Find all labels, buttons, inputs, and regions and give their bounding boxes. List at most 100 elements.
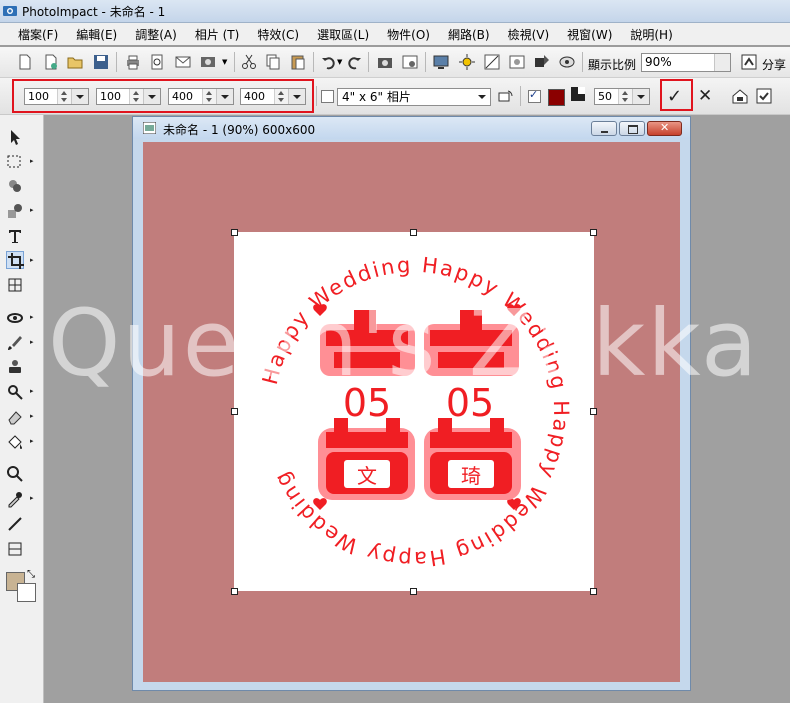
undo-icon[interactable] bbox=[320, 53, 338, 71]
maximize-button[interactable] bbox=[619, 121, 645, 136]
share-icon[interactable] bbox=[740, 53, 758, 71]
tone-map-icon[interactable] bbox=[483, 53, 501, 71]
crop-handle-top[interactable] bbox=[410, 229, 417, 236]
menu-selection[interactable]: 選取區(L) bbox=[308, 26, 378, 43]
preset-size-checkbox[interactable] bbox=[321, 90, 334, 103]
more-tools-icon[interactable]: ▸ bbox=[30, 157, 34, 165]
crop-handle-bottom[interactable] bbox=[410, 588, 417, 595]
menu-object[interactable]: 物件(O) bbox=[378, 26, 439, 43]
new-file-icon[interactable] bbox=[16, 53, 34, 71]
preview-icon[interactable] bbox=[558, 53, 576, 71]
crop-apply-object-icon[interactable] bbox=[731, 87, 749, 105]
fill-tool-icon[interactable] bbox=[6, 433, 24, 451]
redo-icon[interactable] bbox=[345, 53, 363, 71]
open-icon[interactable] bbox=[66, 53, 84, 71]
menu-edit[interactable]: 編輯(E) bbox=[67, 26, 126, 43]
copy-icon[interactable] bbox=[264, 53, 282, 71]
batch-icon[interactable] bbox=[533, 53, 551, 71]
more-tools-icon[interactable]: ▸ bbox=[30, 256, 34, 264]
crop-handle-bottom-left[interactable] bbox=[231, 588, 238, 595]
paint-tool-icon[interactable] bbox=[6, 177, 24, 195]
crop-tool-icon[interactable] bbox=[6, 251, 24, 269]
menu-adjust[interactable]: 調整(A) bbox=[126, 26, 186, 43]
crop-handle-top-right[interactable] bbox=[590, 229, 597, 236]
email-icon[interactable] bbox=[174, 53, 192, 71]
rotate-crop-icon[interactable] bbox=[496, 87, 514, 105]
retouch-tool-icon[interactable] bbox=[6, 383, 24, 401]
text-tool-icon[interactable] bbox=[6, 227, 24, 245]
app-icon bbox=[3, 6, 17, 16]
undo-dropdown-icon[interactable]: ▼ bbox=[337, 58, 342, 66]
crop-handle-bottom-right[interactable] bbox=[590, 588, 597, 595]
pick-tool-icon[interactable] bbox=[6, 128, 24, 146]
more-tools-icon[interactable]: ▸ bbox=[30, 412, 34, 420]
shade-checkbox[interactable] bbox=[528, 88, 541, 103]
crop-handle-left[interactable] bbox=[231, 408, 238, 415]
paste-icon[interactable] bbox=[289, 53, 307, 71]
save-icon[interactable] bbox=[92, 53, 110, 71]
background-color[interactable] bbox=[17, 583, 36, 602]
more-tools-icon[interactable]: ▸ bbox=[30, 494, 34, 502]
cancel-crop-button[interactable]: ✕ bbox=[698, 86, 712, 106]
eraser-tool-icon[interactable] bbox=[6, 408, 24, 426]
minimize-button[interactable] bbox=[591, 121, 617, 136]
brightness-icon[interactable] bbox=[458, 53, 476, 71]
more-tools-icon[interactable]: ▸ bbox=[30, 313, 34, 321]
brush-tool-icon[interactable] bbox=[6, 334, 24, 352]
menu-bar: 檔案(F) 編輯(E) 調整(A) 相片 (T) 特效(C) 選取區(L) 物件… bbox=[0, 23, 790, 45]
apply-crop-button[interactable]: ✓ bbox=[667, 86, 682, 107]
scan-dropdown-icon[interactable]: ▼ bbox=[222, 58, 227, 66]
more-tools-icon[interactable]: ▸ bbox=[30, 387, 34, 395]
crop-options-icon[interactable] bbox=[755, 87, 773, 105]
stamp-tool-icon[interactable] bbox=[6, 358, 24, 376]
share-button[interactable]: 分享 bbox=[762, 56, 786, 73]
print-preview-icon[interactable] bbox=[148, 53, 166, 71]
slice-tool-icon[interactable] bbox=[6, 540, 24, 558]
new-from-icon[interactable] bbox=[42, 53, 60, 71]
menu-photo[interactable]: 相片 (T) bbox=[186, 26, 249, 43]
menu-effect[interactable]: 特效(C) bbox=[248, 26, 308, 43]
menu-view[interactable]: 檢視(V) bbox=[499, 26, 559, 43]
menu-web[interactable]: 網路(B) bbox=[439, 26, 499, 43]
document-titlebar[interactable]: 未命名 - 1 (90%) 600x600 bbox=[133, 117, 690, 139]
selection-tool-icon[interactable] bbox=[6, 153, 24, 171]
zoom-select[interactable]: 90% bbox=[641, 53, 731, 72]
chevron-down-icon[interactable] bbox=[632, 89, 649, 104]
crop-region[interactable]: Happy Wedding Happy Wedding Happy Weddin… bbox=[234, 232, 594, 591]
image-canvas[interactable]: Happy Wedding Happy Wedding Happy Weddin… bbox=[143, 142, 680, 682]
close-button[interactable] bbox=[647, 121, 682, 136]
more-tools-icon[interactable]: ▸ bbox=[30, 206, 34, 214]
camera-icon[interactable] bbox=[376, 53, 394, 71]
opacity-field[interactable]: 50 bbox=[594, 88, 650, 105]
opacity-value: 50 bbox=[598, 90, 612, 103]
spin-arrows-icon[interactable] bbox=[618, 89, 632, 104]
zoom-tool-icon[interactable] bbox=[6, 465, 24, 483]
eyedropper-tool-icon[interactable] bbox=[6, 490, 24, 508]
menu-file[interactable]: 檔案(F) bbox=[0, 26, 67, 43]
cut-icon[interactable] bbox=[240, 53, 258, 71]
clone-tool-icon[interactable] bbox=[6, 202, 24, 220]
capture-icon[interactable] bbox=[401, 53, 419, 71]
preset-size-select[interactable]: 4" x 6" 相片 bbox=[337, 88, 491, 106]
toolbar-divider bbox=[234, 52, 235, 72]
toolbar-divider bbox=[582, 52, 583, 72]
transform-tool-icon[interactable] bbox=[6, 276, 24, 294]
more-tools-icon[interactable]: ▸ bbox=[30, 437, 34, 445]
chevron-down-icon[interactable] bbox=[714, 54, 730, 71]
enhance-icon[interactable] bbox=[508, 53, 526, 71]
line-tool-icon[interactable] bbox=[6, 515, 24, 533]
swap-colors-icon[interactable]: ⤡ bbox=[27, 569, 35, 580]
crop-handle-top-left[interactable] bbox=[231, 229, 238, 236]
title-bar: PhotoImpact - 未命名 - 1 bbox=[0, 0, 790, 23]
more-tools-icon[interactable]: ▸ bbox=[30, 338, 34, 346]
shade-color-swatch[interactable] bbox=[548, 89, 565, 106]
print-icon[interactable] bbox=[124, 53, 142, 71]
scan-icon[interactable] bbox=[199, 53, 217, 71]
menu-window[interactable]: 視窗(W) bbox=[558, 26, 621, 43]
crop-handle-right[interactable] bbox=[590, 408, 597, 415]
eye-tool-icon[interactable] bbox=[6, 309, 24, 327]
display-icon[interactable] bbox=[432, 53, 450, 71]
toolbar-divider bbox=[425, 52, 426, 72]
menu-help[interactable]: 說明(H) bbox=[621, 26, 681, 43]
shade-mode-icon[interactable] bbox=[571, 87, 585, 101]
